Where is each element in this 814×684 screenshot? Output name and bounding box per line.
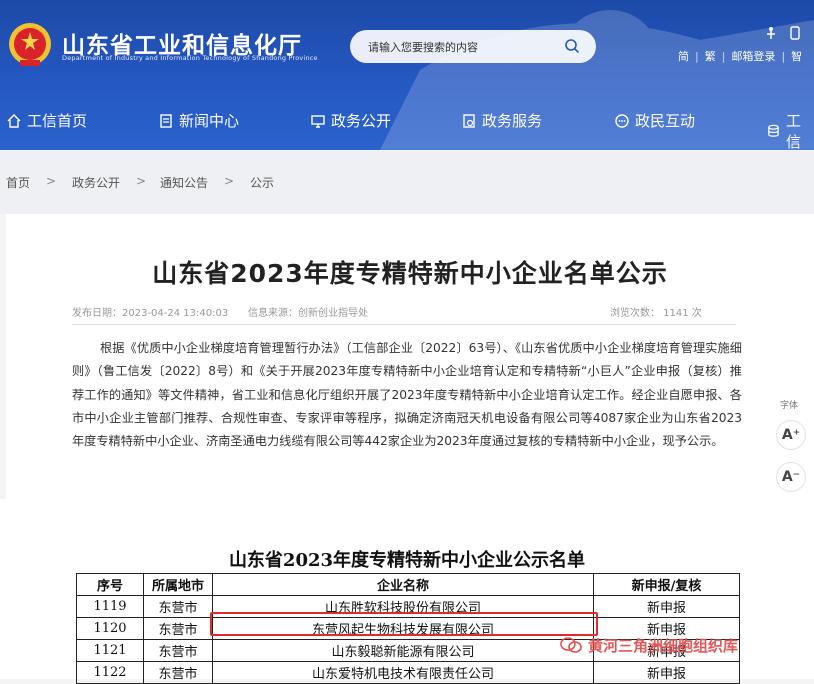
nav-item-industry[interactable]: 工信 (766, 110, 814, 150)
breadcrumb-notices[interactable]: 通知公告 (160, 174, 208, 191)
font-increase-button[interactable]: A⁺ (776, 420, 806, 450)
breadcrumb-separator: > (136, 174, 147, 188)
row-company: 山东毅聪新能源有限公司 (212, 639, 594, 662)
nav-item-gov-service[interactable]: 政务服务 (461, 110, 542, 131)
nav-label: 工信 (785, 112, 801, 150)
column-header: 企业名称 (212, 573, 594, 596)
table-row: 1122 东营市 山东爱特机电技术有限责任公司 新申报 (76, 661, 740, 684)
nav-item-news[interactable]: 新闻中心 (158, 110, 239, 131)
list-title: 山东省2023年度专精特新中小企业公示名单 (228, 550, 586, 571)
row-type: 新申报 (593, 595, 740, 618)
search-box[interactable]: 请输入您要搜索的内容 (350, 30, 596, 63)
database-icon (768, 124, 779, 137)
breadcrumb-publicity[interactable]: 公示 (250, 174, 274, 191)
column-header: 序号 (76, 573, 144, 596)
chat-icon (615, 113, 629, 128)
accessibility-icons[interactable] (765, 26, 805, 40)
national-emblem-icon (9, 23, 51, 66)
link-traditional[interactable]: 繁 (705, 48, 716, 64)
table-header-row: 序号 所属地市 企业名称 新申报/复核 (76, 573, 740, 596)
monitor-icon (311, 114, 325, 128)
top-links: 简 | 繁 | 邮箱登录 | 智 (678, 48, 803, 64)
row-city: 东营市 (143, 661, 213, 684)
search-input[interactable]: 请输入您要搜索的内容 (368, 39, 478, 55)
font-size-label: 字体 (780, 401, 799, 411)
article-panel: 山东省2023年度专精特新中小企业名单公示 发布日期：2023-04-24 13… (6, 214, 814, 499)
column-header: 新申报/复核 (593, 573, 740, 596)
highlight-box (210, 612, 598, 636)
link-mail-login[interactable]: 邮箱登录 (731, 48, 775, 64)
search-icon[interactable] (564, 38, 580, 54)
nav-label: 政务公开 (331, 112, 392, 130)
nav-item-interaction[interactable]: 政民互动 (614, 110, 695, 131)
nav-label: 政务服务 (482, 112, 543, 130)
news-icon (160, 113, 172, 128)
nav-label: 新闻中心 (179, 112, 240, 130)
wechat-icon (560, 637, 582, 653)
column-header: 所属地市 (143, 573, 213, 596)
row-number: 1121 (76, 639, 144, 662)
nav-item-gov-open[interactable]: 政务公开 (310, 110, 391, 131)
view-count: 浏览次数： 1141 次 (610, 308, 702, 319)
breadcrumb-gov-open[interactable]: 政务公开 (72, 174, 120, 191)
row-city: 东营市 (143, 617, 213, 640)
site-subtitle: Department of Industry and Information T… (62, 54, 318, 62)
meta-divider (72, 324, 736, 325)
row-number: 1122 (76, 661, 144, 684)
nav-item-home[interactable]: 工信首页 (6, 110, 87, 131)
article-title: 山东省2023年度专精特新中小企业名单公示 (152, 259, 668, 288)
nav-label: 工信首页 (27, 112, 88, 130)
link-simplified[interactable]: 简 (678, 48, 689, 64)
row-type: 新申报 (593, 661, 740, 684)
nav-label: 政民互动 (635, 112, 696, 130)
article-body: 根据《优质中小企业梯度培育管理暂行办法》（工信部企业〔2022〕63号）、《山东… (72, 341, 742, 449)
link-smart[interactable]: 智 (791, 48, 802, 64)
breadcrumb-separator: > (224, 174, 235, 188)
breadcrumb-home[interactable]: 首页 (6, 174, 30, 191)
breadcrumb: 首页 > 政务公开 > 通知公告 > 公示 (0, 150, 814, 214)
publish-date: 发布日期：2023-04-24 13:40:03 (72, 308, 229, 319)
breadcrumb-separator: > (46, 174, 57, 188)
row-number: 1120 (76, 617, 144, 640)
font-decrease-button[interactable]: A⁻ (776, 462, 806, 492)
row-number: 1119 (76, 595, 144, 618)
info-source: 信息来源：创新创业指导处 (248, 308, 368, 319)
watermark-text: 黄河三角洲细胞组织库 (588, 636, 739, 655)
site-header: 山东省工业和信息化厅 Department of Industry and In… (0, 0, 814, 150)
home-icon (7, 113, 21, 128)
row-city: 东营市 (143, 639, 213, 662)
row-city: 东营市 (143, 595, 213, 618)
row-company: 山东爱特机电技术有限责任公司 (212, 661, 594, 684)
service-icon (463, 113, 475, 128)
watermark: 黄河三角洲细胞组织库 (560, 632, 738, 658)
main-nav: 工信首页 新闻中心 政务公开 政务服务 政民互动 工信 (0, 102, 814, 150)
